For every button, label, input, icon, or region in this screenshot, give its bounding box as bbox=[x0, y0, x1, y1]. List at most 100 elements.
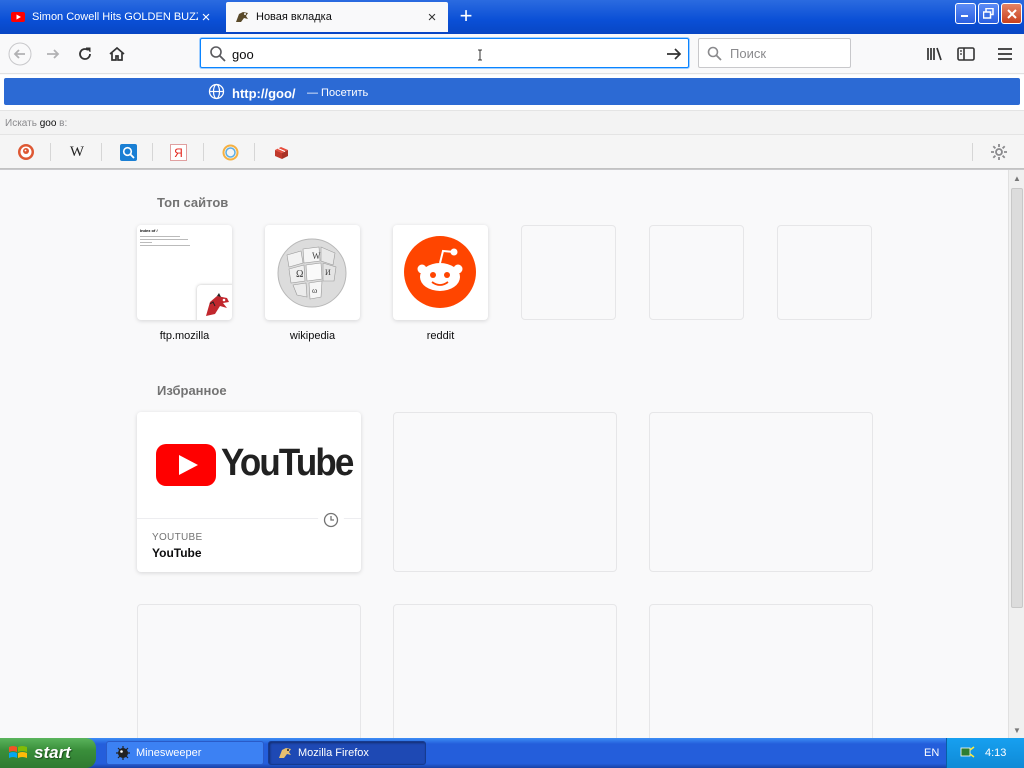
vertical-scrollbar[interactable]: ▲ ▼ bbox=[1008, 170, 1024, 738]
close-tab-icon[interactable]: × bbox=[424, 9, 440, 26]
windows-flag-icon bbox=[9, 746, 27, 758]
svg-text:W: W bbox=[312, 251, 321, 261]
highlight-empty bbox=[649, 604, 873, 738]
one-off-search-engines: W Я bbox=[0, 135, 1024, 169]
restore-button[interactable] bbox=[978, 3, 999, 24]
back-button[interactable] bbox=[7, 41, 33, 67]
mine-icon bbox=[116, 746, 130, 760]
highlight-empty bbox=[649, 412, 873, 572]
top-site-label: ftp.mozilla bbox=[159, 330, 210, 342]
wikipedia-icon[interactable]: W bbox=[66, 141, 88, 163]
close-window-button[interactable] bbox=[1001, 3, 1022, 24]
youtube-icon bbox=[10, 9, 26, 25]
gear-icon[interactable] bbox=[988, 141, 1010, 163]
visit-suggestion[interactable]: http://goo/ — Посетить bbox=[4, 78, 1020, 105]
scrollbar-thumb[interactable] bbox=[1011, 188, 1023, 608]
minimize-button[interactable] bbox=[955, 3, 976, 24]
minimize-icon bbox=[961, 15, 968, 17]
suggestion-action: — Посетить bbox=[307, 87, 369, 99]
card-title: YouTube bbox=[152, 546, 202, 560]
svg-text:Я: Я bbox=[174, 146, 183, 160]
url-autocomplete-popup: http://goo/ — Посетить Искать goo в: W Я bbox=[0, 75, 1024, 170]
menu-button[interactable] bbox=[992, 41, 1018, 67]
svg-text:И: И bbox=[325, 268, 331, 277]
top-site-reddit[interactable] bbox=[393, 225, 488, 320]
system-tray: 4:13 bbox=[946, 738, 1024, 768]
highlight-card-youtube[interactable]: YouTube YOUTUBE YouTube bbox=[137, 412, 361, 572]
new-tab-page: Топ сайтов Index of / ftp.mozilla Ω W И … bbox=[0, 170, 1008, 738]
highlight-empty bbox=[137, 604, 361, 738]
url-bar[interactable] bbox=[200, 38, 689, 68]
clock: 4:13 bbox=[985, 747, 1007, 759]
duckduckgo-icon[interactable] bbox=[15, 141, 37, 163]
tab-youtube[interactable]: Simon Cowell Hits GOLDEN BUZZER × bbox=[2, 2, 222, 32]
network-icon[interactable] bbox=[959, 744, 975, 760]
tab-title: Новая вкладка bbox=[256, 11, 332, 23]
search-input[interactable] bbox=[730, 46, 840, 61]
search-icon bbox=[707, 46, 723, 65]
top-site-empty[interactable] bbox=[777, 225, 872, 320]
reddit-icon bbox=[404, 236, 476, 308]
go-arrow-icon[interactable] bbox=[664, 44, 684, 64]
reload-icon bbox=[79, 47, 91, 60]
hamburger-icon bbox=[998, 48, 1012, 60]
back-arrow-icon bbox=[8, 42, 32, 66]
restore-icon bbox=[983, 8, 994, 19]
home-button[interactable] bbox=[104, 41, 130, 67]
start-label: start bbox=[34, 743, 71, 762]
firefox-dino-icon bbox=[234, 9, 250, 25]
tab-title: Simon Cowell Hits GOLDEN BUZZER bbox=[32, 11, 198, 23]
top-site-label: reddit bbox=[426, 330, 455, 342]
globe-icon bbox=[208, 83, 225, 103]
top-sites-heading: Топ сайтов bbox=[157, 195, 229, 210]
svg-text:Ω: Ω bbox=[296, 269, 303, 280]
yandex-icon[interactable]: Я bbox=[167, 141, 189, 163]
taskbar-item-minesweeper[interactable]: Minesweeper bbox=[106, 741, 264, 765]
page-thumbnail: Index of / bbox=[140, 228, 200, 246]
search-icon bbox=[209, 45, 227, 66]
start-button[interactable]: start bbox=[0, 738, 96, 768]
card-source: YOUTUBE bbox=[152, 532, 203, 543]
search-bar[interactable] bbox=[698, 38, 851, 68]
forward-button[interactable] bbox=[40, 41, 66, 67]
sidebar-icon bbox=[957, 47, 975, 61]
url-input[interactable] bbox=[232, 45, 652, 63]
forward-arrow-icon bbox=[47, 49, 60, 59]
top-site-empty[interactable] bbox=[649, 225, 744, 320]
clock-icon bbox=[318, 507, 344, 533]
top-site-ftp-mozilla[interactable]: Index of / bbox=[137, 225, 232, 320]
highlights-heading: Избранное bbox=[157, 383, 227, 398]
library-button[interactable] bbox=[922, 41, 948, 67]
tab-new-tab[interactable]: Новая вкладка × bbox=[226, 2, 448, 32]
top-site-wikipedia[interactable]: Ω W И ω bbox=[265, 225, 360, 320]
sidebar-button[interactable] bbox=[953, 41, 979, 67]
taskbar-item-firefox[interactable]: Mozilla Firefox bbox=[268, 741, 426, 765]
highlight-empty bbox=[393, 604, 617, 738]
search-icon[interactable] bbox=[117, 141, 139, 163]
card-image: YouTube bbox=[137, 412, 361, 519]
close-icon bbox=[1006, 8, 1017, 19]
firefox-icon[interactable] bbox=[219, 141, 241, 163]
scroll-down-arrow-icon[interactable]: ▼ bbox=[1009, 722, 1024, 738]
search-with-label: Искать goo в: bbox=[5, 118, 68, 129]
navigation-toolbar bbox=[0, 34, 1024, 74]
search-with-bar: Искать goo в: bbox=[0, 110, 1024, 135]
taskbar-item-label: Minesweeper bbox=[136, 747, 202, 759]
scroll-up-arrow-icon[interactable]: ▲ bbox=[1009, 170, 1024, 186]
taskbar: start Minesweeper Mozilla Firefox EN 4:1… bbox=[0, 738, 1024, 768]
youtube-play-icon bbox=[156, 444, 216, 486]
top-site-empty[interactable] bbox=[521, 225, 616, 320]
youtube-logo-text: YouTube bbox=[221, 442, 354, 484]
wikipedia-globe-icon: Ω W И ω bbox=[277, 238, 347, 308]
reload-button[interactable] bbox=[72, 41, 98, 67]
new-tab-button[interactable]: + bbox=[454, 5, 478, 29]
firefox-dino-icon bbox=[279, 748, 291, 758]
tab-strip: Simon Cowell Hits GOLDEN BUZZER × Новая … bbox=[0, 0, 1024, 34]
mozilla-dino-icon bbox=[197, 285, 232, 320]
home-icon bbox=[109, 46, 125, 61]
close-tab-icon[interactable]: × bbox=[198, 9, 214, 26]
language-indicator[interactable]: EN bbox=[924, 747, 939, 759]
suggestion-url: http://goo/ bbox=[232, 86, 296, 101]
highlight-empty bbox=[393, 412, 617, 572]
gift-icon[interactable] bbox=[270, 141, 292, 163]
